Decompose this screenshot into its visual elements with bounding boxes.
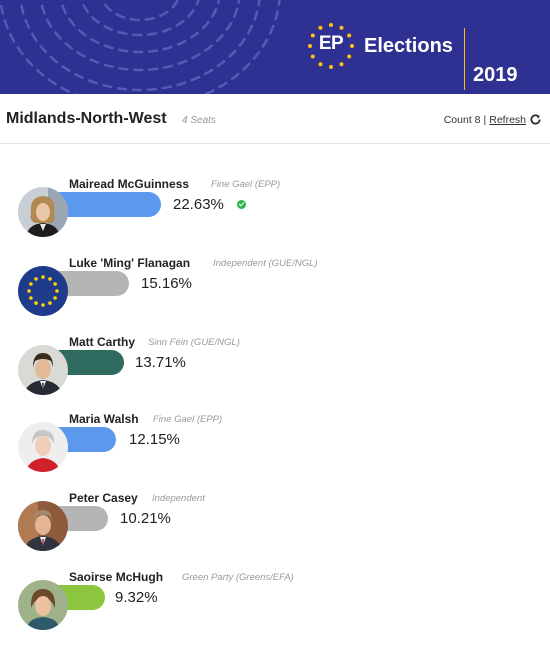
candidate-name: Luke 'Ming' Flanagan	[69, 256, 191, 270]
candidate-photo	[18, 266, 68, 316]
refresh-link[interactable]: Refresh	[489, 114, 526, 126]
elections-logo-text: Elections	[364, 34, 453, 57]
vote-percentage: 12.15%	[129, 431, 180, 448]
candidate-party: Green Party (Greens/EFA)	[182, 572, 294, 583]
candidate-name: Saoirse McHugh	[69, 570, 164, 584]
ep-logo-text: EP	[318, 33, 344, 54]
seats-count: 4 Seats	[182, 115, 216, 126]
candidate-party: Fine Gael (EPP)	[211, 179, 281, 190]
results-header: Midlands-North-West 4 Seats Count 8 | Re…	[0, 94, 550, 144]
vote-percentage: 15.16%	[141, 275, 192, 292]
candidate-row: Peter Casey Independent 10.21%	[0, 491, 550, 551]
candidate-row: Luke 'Ming' Flanagan Independent (GUE/NG…	[0, 256, 550, 316]
vote-percentage: 9.32%	[115, 589, 158, 606]
refresh-icon[interactable]	[529, 113, 542, 126]
constituency-title: Midlands-North-West	[6, 110, 167, 127]
count-separator: |	[483, 113, 487, 126]
elected-check-icon	[237, 200, 246, 209]
candidate-row: Maria Walsh Fine Gael (EPP) 12.15%	[0, 412, 550, 472]
candidate-party: Fine Gael (EPP)	[153, 414, 223, 425]
candidate-party: Independent (GUE/NGL)	[213, 258, 318, 269]
ep-elections-logo: EP Elections	[306, 18, 453, 74]
candidate-photo	[18, 345, 68, 395]
count-refresh-area: Count 8 | Refresh	[444, 113, 542, 126]
election-year: 2019	[473, 64, 518, 86]
candidate-photo	[18, 501, 68, 551]
vote-percentage: 13.71%	[135, 354, 186, 371]
candidate-party: Independent	[152, 493, 205, 504]
candidate-party: Sinn Féin (GUE/NGL)	[148, 337, 240, 348]
vote-percentage: 22.63%	[173, 196, 224, 213]
candidate-name: Mairead McGuinness	[69, 177, 190, 191]
candidate-row: Saoirse McHugh Green Party (Greens/EFA) …	[0, 570, 550, 630]
candidate-row: Mairead McGuinness Fine Gael (EPP) 22.63…	[0, 177, 550, 237]
candidate-row: Matt Carthy Sinn Féin (GUE/NGL) 13.71%	[0, 335, 550, 395]
candidate-name: Peter Casey	[69, 491, 138, 505]
candidate-name: Maria Walsh	[69, 412, 139, 426]
candidate-photo	[18, 580, 68, 630]
parliament-hemicycle-graphic	[0, 0, 281, 94]
ep-elections-banner: EP Elections 2019	[0, 0, 550, 94]
eu-stars-emblem: EP	[306, 21, 356, 71]
candidate-photo	[18, 187, 68, 237]
banner-divider	[464, 28, 465, 90]
vote-percentage: 10.21%	[120, 510, 171, 527]
candidate-name: Matt Carthy	[69, 335, 136, 349]
candidate-photo	[18, 422, 68, 472]
count-label: Count 8	[443, 113, 481, 126]
